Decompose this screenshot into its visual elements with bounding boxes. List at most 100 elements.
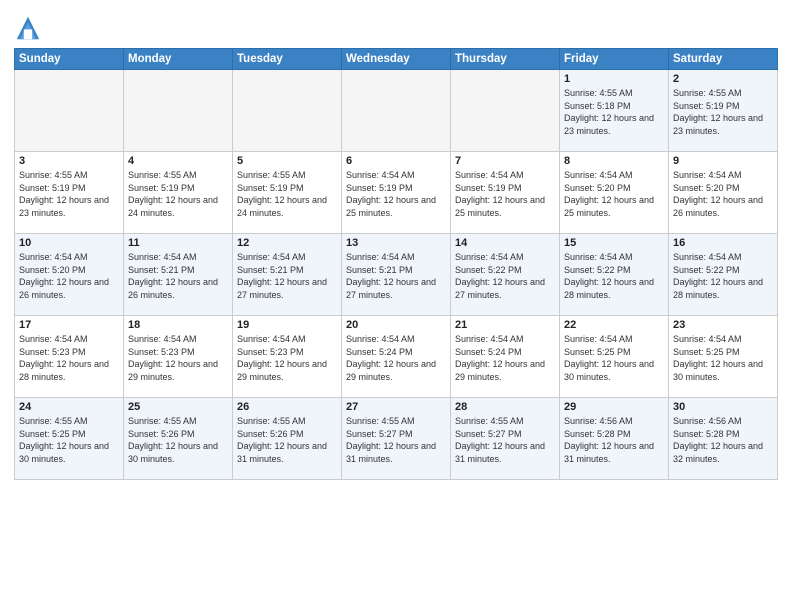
header [14,10,778,42]
day-info: Sunrise: 4:55 AM Sunset: 5:27 PM Dayligh… [455,415,555,465]
day-number: 22 [564,319,664,331]
day-cell: 17 Sunrise: 4:54 AM Sunset: 5:23 PM Dayli… [15,316,124,398]
day-number: 9 [673,155,773,167]
day-cell: 10Sunrise: 4:54 AM Sunset: 5:20 PM Dayli… [15,234,124,316]
day-info: Sunrise: 4:55 AM Sunset: 5:27 PM Dayligh… [346,415,446,465]
day-number: 8 [564,155,664,167]
day-info: Sunrise: 4:54 AM Sunset: 5:19 PM Dayligh… [346,169,446,219]
day-cell: 2 Sunrise: 4:55 AM Sunset: 5:19 PM Daylig… [669,70,778,152]
day-info: Sunrise: 4:54 AM Sunset: 5:22 PM Dayligh… [455,251,555,301]
header-thursday: Thursday [451,49,560,70]
day-cell: 14 Sunrise: 4:54 AM Sunset: 5:22 PM Dayli… [451,234,560,316]
day-info: Sunrise: 4:54 AM Sunset: 5:23 PM Dayligh… [237,333,337,383]
day-info: Sunrise: 4:54 AM Sunset: 5:21 PM Dayligh… [128,251,228,301]
day-cell: 28 Sunrise: 4:55 AM Sunset: 5:27 PM Dayli… [451,398,560,480]
day-info: Sunrise: 4:54 AM Sunset: 5:21 PM Dayligh… [237,251,337,301]
day-cell: 20 Sunrise: 4:54 AM Sunset: 5:24 PM Dayli… [342,316,451,398]
day-info: Sunrise: 4:54 AM Sunset: 5:22 PM Dayligh… [673,251,773,301]
day-cell: 24 Sunrise: 4:55 AM Sunset: 5:25 PM Dayli… [15,398,124,480]
day-cell [124,70,233,152]
day-info: Sunrise: 4:54 AM Sunset: 5:23 PM Dayligh… [19,333,119,383]
day-number: 21 [455,319,555,331]
calendar-header-row: SundayMondayTuesdayWednesdayThursdayFrid… [15,49,778,70]
day-info: Sunrise: 4:55 AM Sunset: 5:26 PM Dayligh… [237,415,337,465]
logo-icon [14,14,42,42]
day-number: 7 [455,155,555,167]
logo [14,14,44,42]
week-row-4: 24 Sunrise: 4:55 AM Sunset: 5:25 PM Dayli… [15,398,778,480]
day-number: 6 [346,155,446,167]
day-info: Sunrise: 4:55 AM Sunset: 5:18 PM Dayligh… [564,87,664,137]
day-number: 27 [346,401,446,413]
day-cell: 22 Sunrise: 4:54 AM Sunset: 5:25 PM Dayli… [560,316,669,398]
day-number: 14 [455,237,555,249]
day-cell: 4 Sunrise: 4:55 AM Sunset: 5:19 PM Daylig… [124,152,233,234]
day-cell: 12 Sunrise: 4:54 AM Sunset: 5:21 PM Dayli… [233,234,342,316]
day-info: Sunrise: 4:55 AM Sunset: 5:19 PM Dayligh… [237,169,337,219]
day-cell: 30 Sunrise: 4:56 AM Sunset: 5:28 PM Dayli… [669,398,778,480]
day-cell: 18Sunrise: 4:54 AM Sunset: 5:23 PM Dayli… [124,316,233,398]
day-number: 26 [237,401,337,413]
day-info: Sunrise: 4:56 AM Sunset: 5:28 PM Dayligh… [564,415,664,465]
day-cell: 21 Sunrise: 4:54 AM Sunset: 5:24 PM Dayli… [451,316,560,398]
day-number: 16 [673,237,773,249]
day-info: Sunrise: 4:56 AM Sunset: 5:28 PM Dayligh… [673,415,773,465]
header-friday: Friday [560,49,669,70]
day-cell: 6 Sunrise: 4:54 AM Sunset: 5:19 PM Daylig… [342,152,451,234]
day-cell: 8 Sunrise: 4:54 AM Sunset: 5:20 PM Daylig… [560,152,669,234]
day-info: Sunrise: 4:54 AM Sunset: 5:24 PM Dayligh… [455,333,555,383]
day-cell: 11 Sunrise: 4:54 AM Sunset: 5:21 PM Dayli… [124,234,233,316]
week-row-0: 1Sunrise: 4:55 AM Sunset: 5:18 PM Daylig… [15,70,778,152]
day-number: 2 [673,73,773,85]
day-number: 3 [19,155,119,167]
day-cell: 23Sunrise: 4:54 AM Sunset: 5:25 PM Dayli… [669,316,778,398]
day-number: 24 [19,401,119,413]
day-info: Sunrise: 4:54 AM Sunset: 5:20 PM Dayligh… [673,169,773,219]
day-number: 30 [673,401,773,413]
calendar-table: SundayMondayTuesdayWednesdayThursdayFrid… [14,48,778,480]
week-row-3: 17 Sunrise: 4:54 AM Sunset: 5:23 PM Dayli… [15,316,778,398]
day-info: Sunrise: 4:55 AM Sunset: 5:25 PM Dayligh… [19,415,119,465]
day-number: 4 [128,155,228,167]
day-number: 19 [237,319,337,331]
day-info: Sunrise: 4:54 AM Sunset: 5:20 PM Dayligh… [564,169,664,219]
day-number: 25 [128,401,228,413]
day-cell: 5Sunrise: 4:55 AM Sunset: 5:19 PM Daylig… [233,152,342,234]
day-cell: 15Sunrise: 4:54 AM Sunset: 5:22 PM Dayli… [560,234,669,316]
day-number: 28 [455,401,555,413]
day-number: 13 [346,237,446,249]
day-cell: 13 Sunrise: 4:54 AM Sunset: 5:21 PM Dayli… [342,234,451,316]
day-info: Sunrise: 4:55 AM Sunset: 5:19 PM Dayligh… [128,169,228,219]
day-info: Sunrise: 4:54 AM Sunset: 5:24 PM Dayligh… [346,333,446,383]
header-saturday: Saturday [669,49,778,70]
day-cell [342,70,451,152]
day-number: 17 [19,319,119,331]
day-cell: 9 Sunrise: 4:54 AM Sunset: 5:20 PM Daylig… [669,152,778,234]
day-number: 11 [128,237,228,249]
day-cell: 27 Sunrise: 4:55 AM Sunset: 5:27 PM Dayli… [342,398,451,480]
day-cell: 7Sunrise: 4:54 AM Sunset: 5:19 PM Daylig… [451,152,560,234]
day-info: Sunrise: 4:55 AM Sunset: 5:26 PM Dayligh… [128,415,228,465]
day-number: 29 [564,401,664,413]
day-cell [233,70,342,152]
calendar-page: SundayMondayTuesdayWednesdayThursdayFrid… [0,0,792,612]
header-monday: Monday [124,49,233,70]
day-number: 12 [237,237,337,249]
day-cell [15,70,124,152]
header-wednesday: Wednesday [342,49,451,70]
week-row-2: 10Sunrise: 4:54 AM Sunset: 5:20 PM Dayli… [15,234,778,316]
day-cell: 26 Sunrise: 4:55 AM Sunset: 5:26 PM Dayli… [233,398,342,480]
day-cell: 1Sunrise: 4:55 AM Sunset: 5:18 PM Daylig… [560,70,669,152]
day-info: Sunrise: 4:54 AM Sunset: 5:21 PM Dayligh… [346,251,446,301]
day-cell: 29 Sunrise: 4:56 AM Sunset: 5:28 PM Dayli… [560,398,669,480]
week-row-1: 3 Sunrise: 4:55 AM Sunset: 5:19 PM Daylig… [15,152,778,234]
header-sunday: Sunday [15,49,124,70]
day-info: Sunrise: 4:55 AM Sunset: 5:19 PM Dayligh… [673,87,773,137]
day-cell: 25 Sunrise: 4:55 AM Sunset: 5:26 PM Dayli… [124,398,233,480]
day-number: 20 [346,319,446,331]
day-cell [451,70,560,152]
day-info: Sunrise: 4:55 AM Sunset: 5:19 PM Dayligh… [19,169,119,219]
day-info: Sunrise: 4:54 AM Sunset: 5:25 PM Dayligh… [564,333,664,383]
header-tuesday: Tuesday [233,49,342,70]
day-cell: 16 Sunrise: 4:54 AM Sunset: 5:22 PM Dayli… [669,234,778,316]
